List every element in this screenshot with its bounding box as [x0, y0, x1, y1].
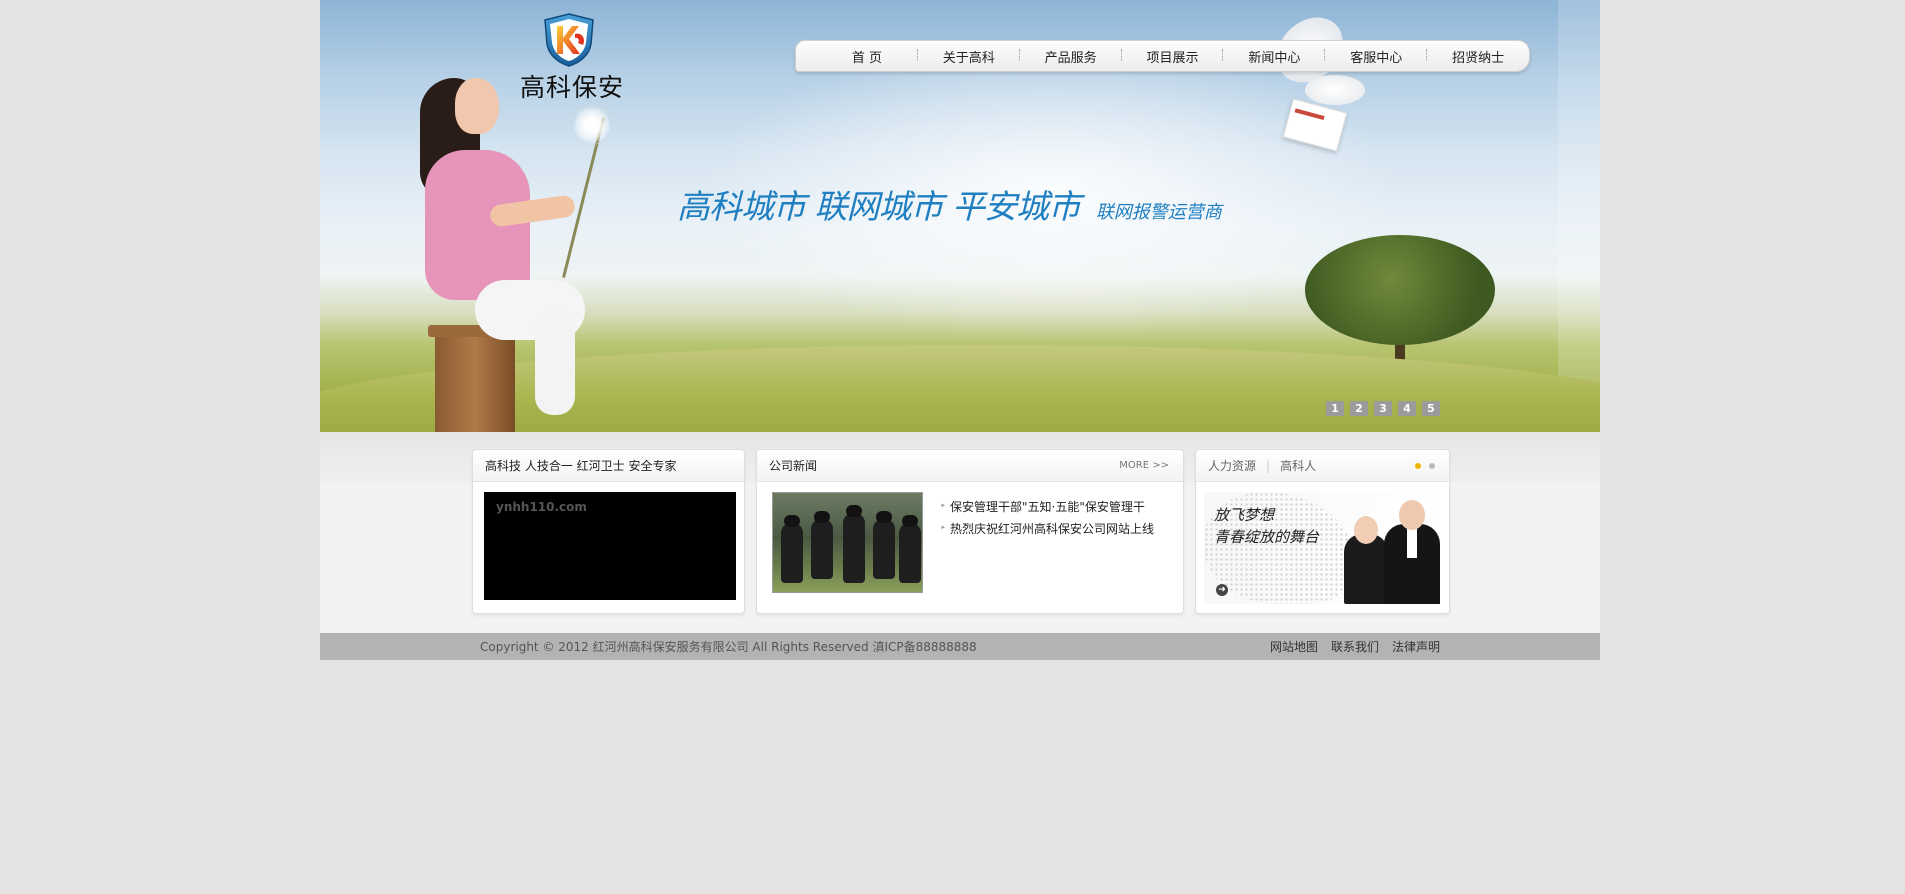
footer: Copyright © 2012 红河州高科保安服务有限公司 All Right… — [320, 633, 1600, 660]
pager-button-2[interactable]: 2 — [1350, 401, 1368, 416]
news-panel: 公司新闻 MORE >> 保安管理干部"五知·五能"保安管理干 热烈庆祝红河州高… — [756, 449, 1184, 614]
guard-cap — [876, 511, 892, 523]
hr-banner-line1: 放飞梦想 — [1214, 506, 1275, 524]
hr-banner-line2: 青春绽放的舞台 — [1214, 528, 1320, 546]
woman-figure — [1344, 534, 1388, 604]
tab-hr[interactable]: 人力资源 — [1208, 457, 1256, 474]
hero-banner: 高科保安 首 页 关于高科 产品服务 项目展示 新闻中心 客服中心 招贤纳士 高… — [320, 0, 1600, 432]
main-nav: 首 页 关于高科 产品服务 项目展示 新闻中心 客服中心 招贤纳士 — [795, 40, 1530, 72]
guard-figure — [873, 519, 895, 579]
man-shirt — [1407, 528, 1417, 558]
news-item[interactable]: 热烈庆祝红河州高科保安公司网站上线 — [940, 518, 1154, 540]
pager-button-5[interactable]: 5 — [1422, 401, 1440, 416]
nav-careers[interactable]: 招贤纳士 — [1427, 47, 1529, 66]
slogan-sub: 联网报警运营商 — [1095, 202, 1222, 223]
girl-with-dandelion-illustration — [400, 70, 612, 432]
arrow-right-icon[interactable]: ➜ — [1216, 584, 1228, 596]
tab-gaoke-people[interactable]: 高科人 — [1280, 457, 1316, 474]
news-panel-header: 公司新闻 MORE >> — [757, 450, 1183, 482]
copyright-text: Copyright © 2012 红河州高科保安服务有限公司 All Right… — [480, 640, 977, 654]
girl-dress — [425, 150, 530, 300]
wooden-stool — [435, 330, 515, 432]
banner-pager: 1 2 3 4 5 — [1326, 401, 1440, 416]
banner-edge — [1558, 0, 1600, 432]
guard-figure — [899, 523, 921, 583]
guard-figure — [843, 513, 865, 583]
slide-dot-active[interactable] — [1415, 463, 1421, 469]
news-item[interactable]: 保安管理干部"五知·五能"保安管理干 — [940, 496, 1154, 518]
nav-home[interactable]: 首 页 — [816, 47, 918, 66]
footer-links: 网站地图 联系我们 法律声明 — [1270, 638, 1440, 655]
girl-face — [455, 78, 499, 134]
nav-products[interactable]: 产品服务 — [1020, 47, 1122, 66]
dove-body — [1305, 75, 1365, 105]
card-stripe — [1294, 108, 1325, 121]
pager-button-1[interactable]: 1 — [1326, 401, 1344, 416]
banner-slogan: 高科城市 联网城市 平安城市 联网报警运营商 — [677, 180, 1222, 228]
footer-link-legal[interactable]: 法律声明 — [1392, 638, 1440, 655]
footer-link-sitemap[interactable]: 网站地图 — [1270, 638, 1318, 655]
tree-crown — [1305, 235, 1495, 345]
nav-about[interactable]: 关于高科 — [918, 47, 1020, 66]
nav-service[interactable]: 客服中心 — [1325, 47, 1428, 66]
page-container: 高科保安 首 页 关于高科 产品服务 项目展示 新闻中心 客服中心 招贤纳士 高… — [320, 0, 1600, 660]
guard-figure — [781, 523, 803, 583]
guard-cap — [846, 505, 862, 517]
guard-figure — [811, 519, 833, 579]
news-list: 保安管理干部"五知·五能"保安管理干 热烈庆祝红河州高科保安公司网站上线 — [940, 496, 1154, 540]
video-watermark: ynhh110.com — [496, 500, 587, 514]
footer-link-contact[interactable]: 联系我们 — [1331, 638, 1379, 655]
girl-shin — [535, 310, 575, 415]
company-logo[interactable]: 高科保安 — [512, 12, 632, 102]
slogan-main: 高科城市 联网城市 平安城市 — [677, 187, 1081, 226]
slide-dot[interactable] — [1429, 463, 1435, 469]
video-panel: 高科技 人技合一 红河卫士 安全专家 ynhh110.com — [472, 449, 745, 614]
guard-cap — [902, 515, 918, 527]
news-panel-title: 公司新闻 — [769, 459, 818, 473]
nav-news[interactable]: 新闻中心 — [1223, 47, 1326, 66]
dandelion-icon — [572, 105, 612, 145]
hr-slide-dots — [1415, 463, 1435, 469]
news-more-link[interactable]: MORE >> — [1119, 460, 1169, 471]
man-face — [1399, 500, 1425, 530]
pager-button-4[interactable]: 4 — [1398, 401, 1416, 416]
shield-logo-icon — [544, 13, 594, 67]
nav-projects[interactable]: 项目展示 — [1122, 47, 1224, 66]
tab-divider: | — [1266, 458, 1271, 473]
video-panel-header: 高科技 人技合一 红河卫士 安全专家 — [473, 450, 744, 482]
video-panel-title: 高科技 人技合一 红河卫士 安全专家 — [485, 459, 677, 473]
news-photo[interactable] — [772, 492, 923, 593]
hr-panel: 人力资源 | 高科人 放飞梦想 青春绽放的舞台 ➜ — [1195, 449, 1450, 614]
pager-button-3[interactable]: 3 — [1374, 401, 1392, 416]
guard-cap — [784, 515, 800, 527]
hr-panel-header: 人力资源 | 高科人 — [1196, 450, 1449, 482]
guard-cap — [814, 511, 830, 523]
woman-face — [1354, 516, 1378, 544]
logo-text: 高科保安 — [519, 73, 624, 102]
business-card — [1282, 98, 1348, 152]
video-player[interactable]: ynhh110.com — [484, 492, 736, 600]
hr-banner-image[interactable]: 放飞梦想 青春绽放的舞台 ➜ — [1204, 492, 1442, 604]
